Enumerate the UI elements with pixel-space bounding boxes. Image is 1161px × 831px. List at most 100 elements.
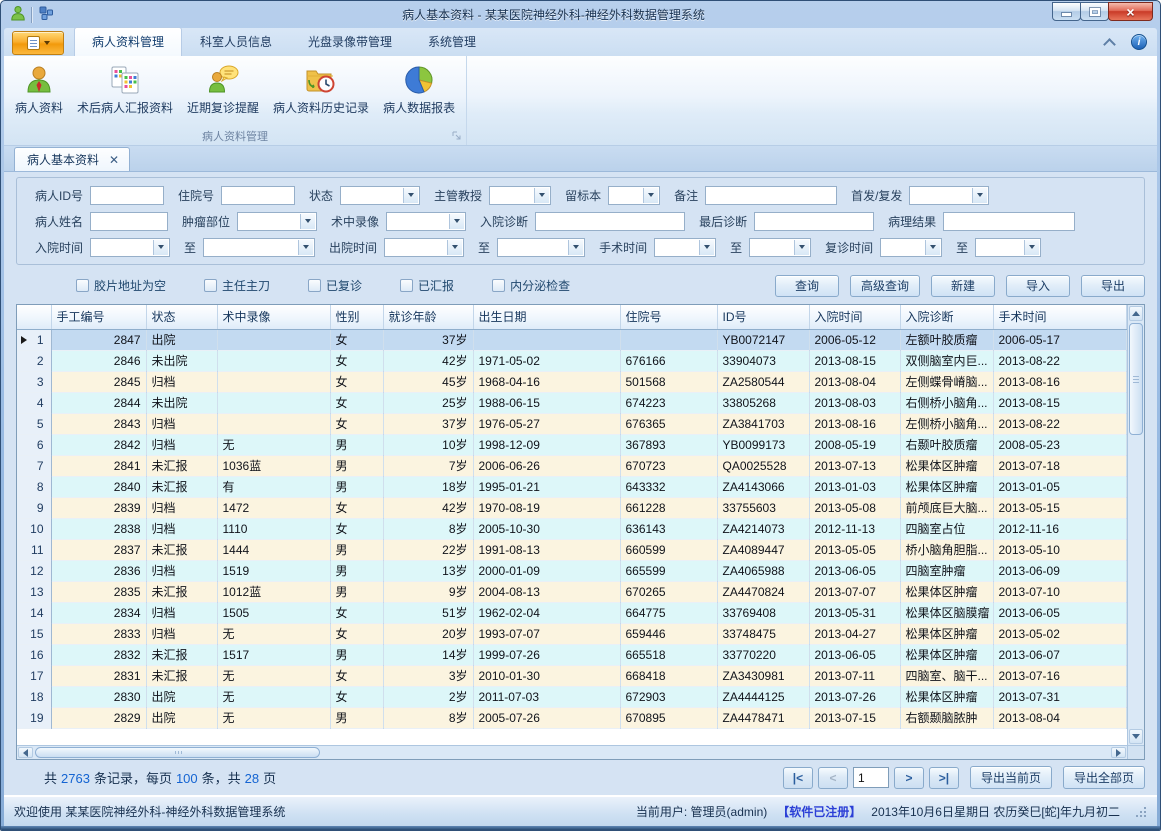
remarks-input[interactable] bbox=[705, 186, 837, 205]
last-page-button[interactable]: >| bbox=[929, 767, 959, 789]
close-button[interactable]: × bbox=[1108, 2, 1153, 21]
column-header-5[interactable]: 就诊年龄 bbox=[383, 305, 473, 329]
cell: 2岁 bbox=[383, 686, 473, 707]
first-page-button[interactable]: |< bbox=[783, 767, 813, 789]
chief-professor-combo[interactable] bbox=[489, 186, 551, 205]
table-row[interactable]: 152833归档无女20岁1993-07-0765944633748475201… bbox=[17, 623, 1127, 644]
tumor-site-combo[interactable] bbox=[237, 212, 317, 231]
table-row[interactable]: 132835未汇报1012蓝男9岁2004-08-13670265ZA44708… bbox=[17, 581, 1127, 602]
pathology-result-input[interactable] bbox=[943, 212, 1075, 231]
info-icon[interactable]: i bbox=[1131, 34, 1147, 50]
tab-close-icon[interactable]: ✕ bbox=[109, 153, 119, 167]
admit-date-to-combo[interactable] bbox=[203, 238, 315, 257]
table-row[interactable]: 182830出院无女2岁2011-07-03672903ZA4444125201… bbox=[17, 686, 1127, 707]
table-row[interactable]: 192829出院无男8岁2005-07-26670895ZA4478471201… bbox=[17, 707, 1127, 728]
table-row[interactable]: 172831未汇报无女3岁2010-01-30668418ZA343098120… bbox=[17, 665, 1127, 686]
registration-status[interactable]: 【软件已注册】 bbox=[777, 803, 861, 820]
resize-grip[interactable] bbox=[1134, 805, 1147, 818]
surgery-date-to-combo[interactable] bbox=[749, 238, 811, 257]
ribbon-button-5[interactable]: 病人数据报表 bbox=[376, 59, 462, 119]
column-header-4[interactable]: 性别 bbox=[330, 305, 383, 329]
ribbon-tab-3[interactable]: 光盘录像带管理 bbox=[290, 27, 410, 56]
ribbon-tab-4[interactable]: 系统管理 bbox=[410, 27, 494, 56]
prev-page-button[interactable]: < bbox=[818, 767, 848, 789]
status-combo[interactable] bbox=[340, 186, 420, 205]
discharge-date-to-combo[interactable] bbox=[497, 238, 585, 257]
table-row[interactable]: 92839归档1472女42岁1970-08-19661228337556032… bbox=[17, 497, 1127, 518]
column-header-8[interactable]: ID号 bbox=[717, 305, 809, 329]
export-current-page-button[interactable]: 导出当前页 bbox=[970, 766, 1052, 789]
ribbon-button-1[interactable]: 病人资料 bbox=[8, 59, 70, 119]
column-header-10[interactable]: 入院诊断 bbox=[900, 305, 993, 329]
endocrine-exam-checkbox[interactable]: 内分泌检查 bbox=[492, 277, 570, 294]
document-tab-patient-basic-info[interactable]: 病人基本资料 ✕ bbox=[14, 147, 130, 171]
column-header-6[interactable]: 出生日期 bbox=[473, 305, 620, 329]
table-row[interactable]: 112837未汇报1444男22岁1991-08-13660599ZA40894… bbox=[17, 539, 1127, 560]
revisit-date-to-combo[interactable] bbox=[975, 238, 1041, 257]
table-row[interactable]: 62842归档无男10岁1998-12-09367893YB0099173200… bbox=[17, 434, 1127, 455]
table-row[interactable]: 12847出院女37岁YB00721472006-05-12左额叶胶质瘤2006… bbox=[17, 329, 1127, 350]
ribbon-button-3[interactable]: 近期复诊提醒 bbox=[180, 59, 266, 119]
collapse-ribbon-icon[interactable] bbox=[1101, 34, 1117, 50]
column-header-9[interactable]: 入院时间 bbox=[809, 305, 900, 329]
ribbon-tab-2[interactable]: 科室人员信息 bbox=[182, 27, 290, 56]
ribbon-tab-1[interactable]: 病人资料管理 bbox=[74, 27, 182, 56]
import-button[interactable]: 导入 bbox=[1006, 275, 1070, 297]
advanced-query-button[interactable]: 高级查询 bbox=[850, 275, 920, 297]
table-row[interactable]: 82840未汇报有男18岁1995-01-21643332ZA414306620… bbox=[17, 476, 1127, 497]
column-header-3[interactable]: 术中录像 bbox=[217, 305, 330, 329]
patient-name-input[interactable] bbox=[90, 212, 168, 231]
scroll-right-button[interactable] bbox=[1111, 747, 1126, 758]
table-row[interactable]: 32845归档女45岁1968-04-16501568ZA25805442013… bbox=[17, 371, 1127, 392]
dialog-launcher-icon[interactable] bbox=[452, 131, 462, 141]
horizontal-scroll-thumb[interactable] bbox=[35, 747, 320, 758]
admission-no-input[interactable] bbox=[221, 186, 295, 205]
final-diagnosis-input[interactable] bbox=[754, 212, 874, 231]
vertical-scroll-thumb[interactable] bbox=[1129, 323, 1143, 435]
table-row[interactable]: 22846未出院女42岁1971-05-02676166339040732013… bbox=[17, 350, 1127, 371]
revisit-date-from-combo[interactable] bbox=[880, 238, 942, 257]
table-row[interactable]: 102838归档1110女8岁2005-10-30636143ZA4214073… bbox=[17, 518, 1127, 539]
table-row[interactable]: 72841未汇报1036蓝男7岁2006-06-26670723QA002552… bbox=[17, 455, 1127, 476]
horizontal-scrollbar[interactable] bbox=[17, 745, 1127, 759]
table-row[interactable]: 52843归档女37岁1976-05-27676365ZA38417032013… bbox=[17, 413, 1127, 434]
table-row[interactable]: 122836归档1519男13岁2000-01-09665599ZA406598… bbox=[17, 560, 1127, 581]
director-surgeon-checkbox[interactable]: 主任主刀 bbox=[204, 277, 270, 294]
export-button[interactable]: 导出 bbox=[1081, 275, 1145, 297]
column-header-11[interactable]: 手术时间 bbox=[993, 305, 1127, 329]
patient-id-input[interactable] bbox=[90, 186, 164, 205]
row-indicator-column-header[interactable] bbox=[17, 305, 51, 329]
application-menu-button[interactable] bbox=[12, 31, 64, 55]
surgery-date-from-combo[interactable] bbox=[654, 238, 716, 257]
scroll-left-button[interactable] bbox=[18, 747, 33, 758]
app-logo-icon[interactable] bbox=[10, 5, 26, 24]
ribbon-button-4[interactable]: 病人资料历史记录 bbox=[266, 59, 376, 119]
admission-diagnosis-input[interactable] bbox=[535, 212, 685, 231]
vertical-scrollbar[interactable] bbox=[1127, 305, 1144, 745]
film-address-empty-checkbox[interactable]: 胶片地址为空 bbox=[76, 277, 166, 294]
page-number-input[interactable] bbox=[853, 767, 889, 788]
ribbon-button-2[interactable]: 术后病人汇报资料 bbox=[70, 59, 180, 119]
column-header-7[interactable]: 住院号 bbox=[620, 305, 717, 329]
scroll-down-button[interactable] bbox=[1129, 729, 1143, 744]
table-row[interactable]: 142834归档1505女51岁1962-02-0466477533769408… bbox=[17, 602, 1127, 623]
column-header-2[interactable]: 状态 bbox=[146, 305, 217, 329]
admit-date-from-combo[interactable] bbox=[90, 238, 170, 257]
column-header-1[interactable]: 手工编号 bbox=[51, 305, 146, 329]
minimize-button[interactable] bbox=[1052, 2, 1081, 21]
maximize-button[interactable] bbox=[1080, 2, 1109, 21]
intraop-video-combo[interactable] bbox=[386, 212, 466, 231]
scroll-up-button[interactable] bbox=[1129, 306, 1143, 321]
revisited-checkbox[interactable]: 已复诊 bbox=[308, 277, 362, 294]
specimen-kept-combo[interactable] bbox=[608, 186, 660, 205]
query-button[interactable]: 查询 bbox=[775, 275, 839, 297]
discharge-date-from-combo[interactable] bbox=[384, 238, 464, 257]
quick-layout-icon[interactable] bbox=[39, 6, 54, 24]
table-row[interactable]: 162832未汇报1517男14岁1999-07-266655183377022… bbox=[17, 644, 1127, 665]
next-page-button[interactable]: > bbox=[894, 767, 924, 789]
first-or-relapse-combo[interactable] bbox=[909, 186, 989, 205]
reported-checkbox[interactable]: 已汇报 bbox=[400, 277, 454, 294]
export-all-pages-button[interactable]: 导出全部页 bbox=[1063, 766, 1145, 789]
new-button[interactable]: 新建 bbox=[931, 275, 995, 297]
table-row[interactable]: 42844未出院女25岁1988-06-15674223338052682013… bbox=[17, 392, 1127, 413]
